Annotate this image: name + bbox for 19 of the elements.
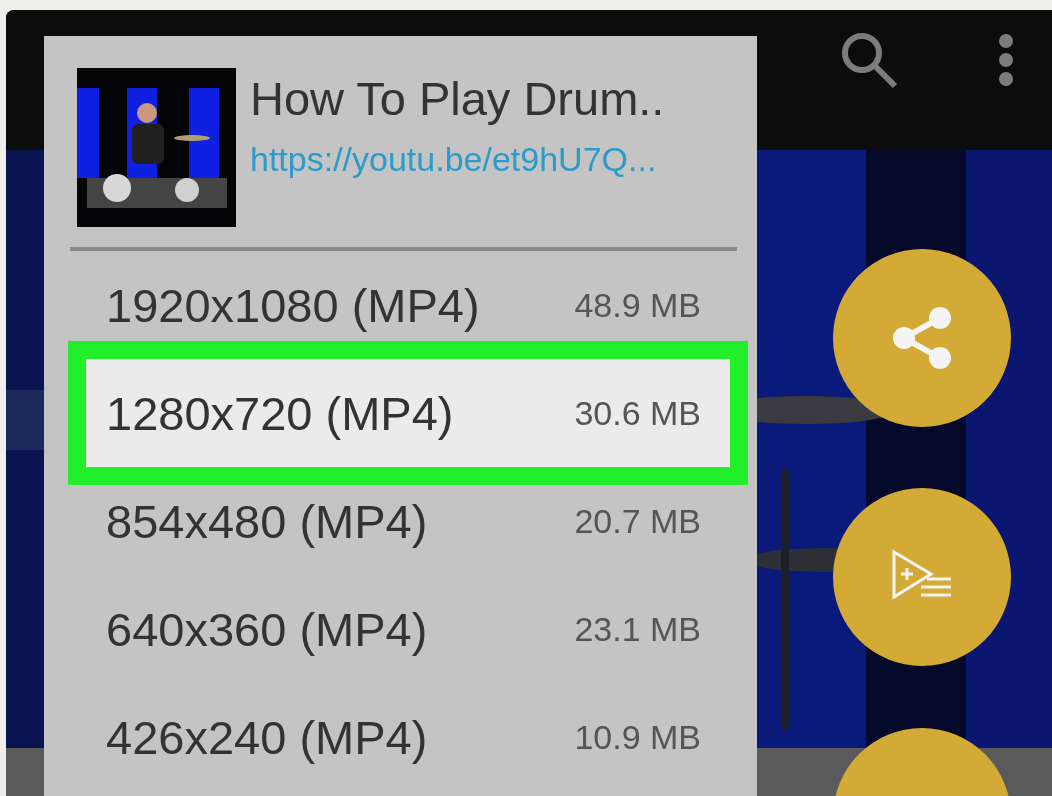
resolution-label: 640x360 (MP4) <box>106 601 428 657</box>
resolution-label: 854x480 (MP4) <box>106 493 428 549</box>
resolution-label: 426x240 (MP4) <box>106 709 428 765</box>
format-option[interactable]: 854x480 (MP4) 20.7 MB <box>86 485 730 557</box>
format-option[interactable]: 1280x720 (MP4) 30.6 MB <box>68 341 748 485</box>
file-size: 10.9 MB <box>574 717 701 757</box>
format-option[interactable]: 426x240 (MP4) 10.9 MB <box>86 701 730 773</box>
file-size: 48.9 MB <box>574 285 701 325</box>
format-option[interactable]: 1920x1080 (MP4) 48.9 MB <box>86 269 730 341</box>
file-size: 30.6 MB <box>574 393 701 433</box>
more-options-icon[interactable] <box>998 33 1014 87</box>
file-size: 23.1 MB <box>574 609 701 649</box>
resolution-label: 1280x720 (MP4) <box>106 385 454 441</box>
resolution-label: 1920x1080 (MP4) <box>106 277 480 333</box>
share-icon <box>891 306 953 370</box>
file-size: 20.7 MB <box>574 501 701 541</box>
video-title: How To Play Drum.. <box>250 72 665 127</box>
search-icon[interactable] <box>840 31 898 89</box>
format-option[interactable]: 640x360 (MP4) 23.1 MB <box>86 593 730 665</box>
